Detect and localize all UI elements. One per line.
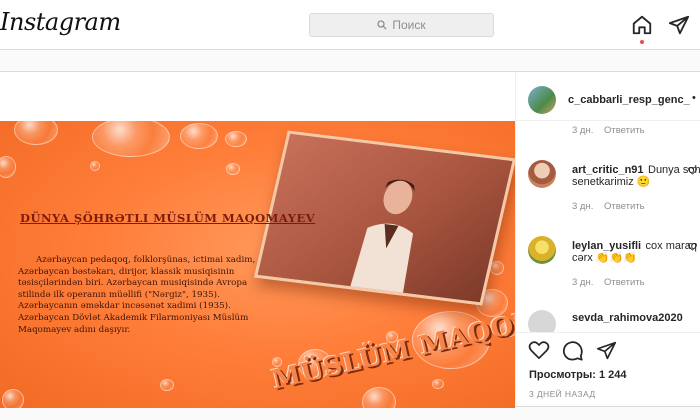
share-icon[interactable] <box>596 340 617 361</box>
commenter-avatar[interactable] <box>528 310 556 332</box>
comment-text-continued: cərx 👏👏👏 <box>572 252 637 264</box>
post-header: c_cabbarli_resp_genc_ • <box>516 72 700 121</box>
search-icon <box>377 20 387 30</box>
more-options-icon[interactable]: • <box>692 92 696 104</box>
comment-text-continued: senetkarimiz 🙂 <box>572 176 651 188</box>
author-username[interactable]: c_cabbarli_resp_genc_ <box>568 94 690 106</box>
reply-button[interactable]: Ответить <box>604 277 645 288</box>
like-comment-icon[interactable] <box>688 242 697 251</box>
comment-icon[interactable] <box>562 340 584 362</box>
comment-time: 3 дн. <box>572 201 594 212</box>
instagram-logo[interactable]: Instagram <box>0 8 121 36</box>
post-sidebar: c_cabbarli_resp_genc_ • 3 дн. Ответить a… <box>516 72 700 408</box>
home-icon[interactable] <box>631 14 653 36</box>
comment-item: leylan_yusifli cox maraq cərx 👏👏👏 3 дн. … <box>516 234 700 294</box>
reply-button[interactable]: Ответить <box>604 201 645 212</box>
author-avatar[interactable] <box>528 86 556 114</box>
comment-item: art_critic_n91 Dunya soh senetkarimiz 🙂 … <box>516 158 700 218</box>
comment-time: 3 дн. <box>572 277 594 288</box>
comment-time: 3 дн. <box>572 125 594 136</box>
commenter-avatar[interactable] <box>528 160 556 188</box>
reply-button[interactable]: Ответить <box>604 125 645 136</box>
direct-message-icon[interactable] <box>668 14 690 36</box>
image-body-text: Azərbaycan pedaqoq, folklorşünas, ictima… <box>18 255 256 335</box>
like-icon[interactable] <box>528 340 550 360</box>
search-placeholder: Поиск <box>392 18 426 32</box>
comment-username[interactable]: sevda_rahimova2020 <box>572 312 683 324</box>
search-input[interactable]: Поиск <box>309 13 494 37</box>
home-active-dot <box>640 40 644 44</box>
like-comment-icon[interactable] <box>688 166 697 175</box>
post-actions: Просмотры: 1 244 3 ДНЕЙ НАЗАД <box>516 332 700 408</box>
image-heading: DÜNYA ŞÖHRƏTLI MÜSLÜM MAQOMAYEV <box>20 211 316 225</box>
commenter-avatar[interactable] <box>528 236 556 264</box>
comment-item: 3 дн. Ответить <box>516 124 700 138</box>
post-image[interactable]: MÜSLÜM MAQOMAYEV DÜNYA ŞÖHRƏTLI MÜSLÜM M… <box>0 121 515 408</box>
post-card: MÜSLÜM MAQOMAYEV DÜNYA ŞÖHRƏTLI MÜSLÜM M… <box>0 71 700 408</box>
comment-item: sevda_rahimova2020 <box>516 308 700 332</box>
portrait-figure <box>348 179 415 301</box>
post-date[interactable]: 3 ДНЕЙ НАЗАД <box>529 389 595 399</box>
top-navigation-bar: Instagram Поиск <box>0 0 700 50</box>
views-count[interactable]: Просмотры: 1 244 <box>529 369 627 381</box>
